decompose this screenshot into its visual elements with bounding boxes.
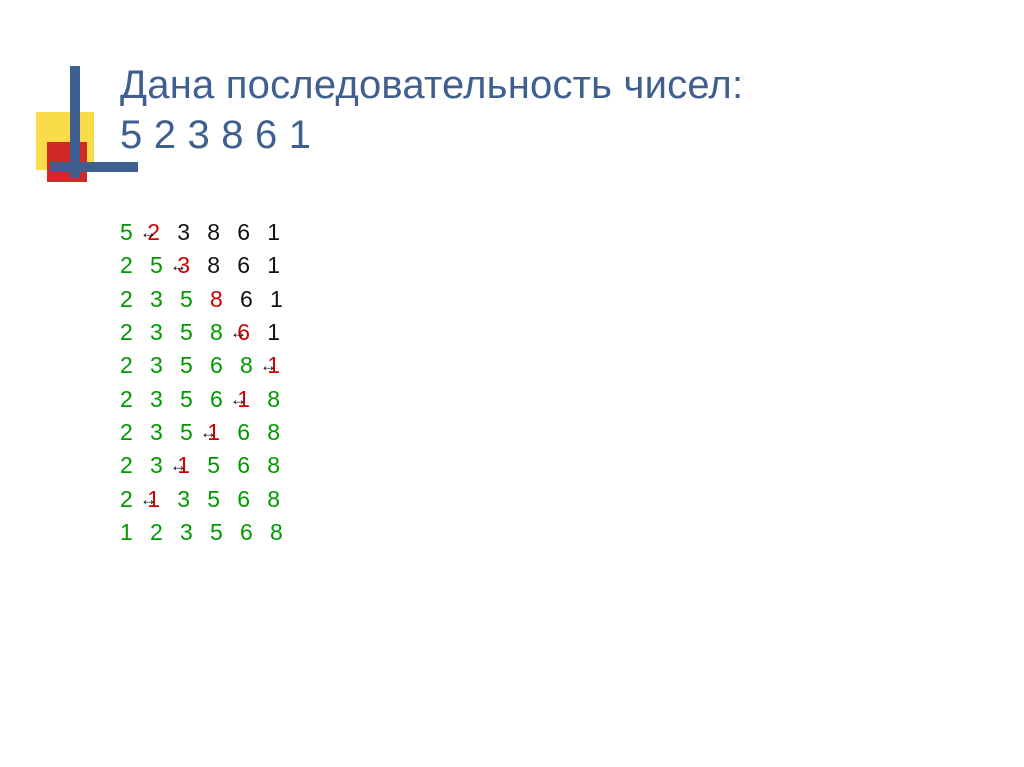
decor-bar-vertical bbox=[70, 66, 80, 178]
sequence-row: 235↔168 bbox=[120, 416, 1000, 449]
swap-arrow-icon: ↔ bbox=[200, 421, 217, 446]
number-cell: 6 bbox=[237, 416, 267, 449]
decor-square-yellow bbox=[36, 112, 94, 170]
number-cell: 2 bbox=[120, 249, 150, 282]
number-cell: 8 bbox=[207, 216, 237, 249]
sequence-row: 2358↔61 bbox=[120, 316, 1000, 349]
number-cell: 1 bbox=[267, 216, 297, 249]
swap-arrow-icon: ↔ bbox=[140, 221, 157, 246]
decor-square-red bbox=[47, 142, 87, 182]
sequence-row: 5↔23861 bbox=[120, 216, 1000, 249]
number-cell: 6 bbox=[240, 283, 270, 316]
number-cell: 8 bbox=[270, 516, 300, 549]
swap-arrow-icon: ↔ bbox=[230, 388, 247, 413]
number-cell: 2 bbox=[120, 416, 150, 449]
number-cell: 3 bbox=[180, 516, 210, 549]
number-cell: 3 bbox=[150, 316, 180, 349]
number-cell: 2 bbox=[120, 449, 150, 482]
swap-arrow-icon: ↔ bbox=[170, 254, 187, 279]
number-cell: 8 bbox=[267, 416, 297, 449]
number-cell: 5 bbox=[180, 316, 210, 349]
sequence-body: 5↔2386125↔38612358612358↔6123568↔12356↔1… bbox=[120, 216, 1000, 549]
number-cell: 2 bbox=[150, 516, 180, 549]
number-cell: 1 bbox=[267, 316, 297, 349]
number-cell: 8 bbox=[267, 483, 297, 516]
slide-title: Дана последовательность чисел: 5 2 3 8 6… bbox=[120, 60, 1000, 160]
number-cell: 1 bbox=[120, 516, 150, 549]
swap-arrow-icon: ↔ bbox=[170, 454, 187, 479]
number-cell: 2 bbox=[120, 383, 150, 416]
slide-content: Дана последовательность чисел: 5 2 3 8 6… bbox=[120, 60, 1000, 549]
sequence-row: 235861 bbox=[120, 283, 1000, 316]
number-cell: 5 bbox=[207, 483, 237, 516]
number-cell: 8 bbox=[267, 449, 297, 482]
number-cell: 5 bbox=[180, 349, 210, 382]
number-cell: 5 bbox=[207, 449, 237, 482]
number-cell: 8 bbox=[210, 283, 240, 316]
swap-arrow-icon: ↔ bbox=[230, 321, 247, 346]
number-cell: 5 bbox=[180, 383, 210, 416]
swap-arrow-icon: ↔ bbox=[260, 354, 277, 379]
number-cell: 8 bbox=[207, 249, 237, 282]
sequence-row: 23↔1568 bbox=[120, 449, 1000, 482]
title-line-2: 5 2 3 8 6 1 bbox=[120, 110, 1000, 160]
number-cell: 3 bbox=[177, 216, 207, 249]
number-cell: 6 bbox=[240, 516, 270, 549]
swap-arrow-icon: ↔ bbox=[140, 488, 157, 513]
number-cell: 1 bbox=[270, 283, 300, 316]
number-cell: 6 bbox=[237, 249, 267, 282]
number-cell: 3 bbox=[177, 483, 207, 516]
number-cell: 3 bbox=[150, 283, 180, 316]
number-cell: 3 bbox=[150, 416, 180, 449]
number-cell: 6 bbox=[237, 449, 267, 482]
number-cell: 2 bbox=[120, 316, 150, 349]
number-cell: 5 bbox=[210, 516, 240, 549]
number-cell: 3 bbox=[150, 349, 180, 382]
number-cell: 2 bbox=[120, 349, 150, 382]
title-line-1: Дана последовательность чисел: bbox=[120, 60, 1000, 110]
number-cell: 6 bbox=[237, 483, 267, 516]
number-cell: 3 bbox=[150, 383, 180, 416]
sequence-row: 2356↔18 bbox=[120, 383, 1000, 416]
sequence-row: 25↔3861 bbox=[120, 249, 1000, 282]
number-cell: 6 bbox=[237, 216, 267, 249]
number-cell: 5 bbox=[180, 283, 210, 316]
sequence-row: 23568↔1 bbox=[120, 349, 1000, 382]
sequence-row: 123568 bbox=[120, 516, 1000, 549]
number-cell: 2 bbox=[120, 283, 150, 316]
number-cell: 1 bbox=[267, 249, 297, 282]
sequence-row: 2↔13568 bbox=[120, 483, 1000, 516]
number-cell: 6 bbox=[210, 349, 240, 382]
number-cell: 8 bbox=[267, 383, 297, 416]
